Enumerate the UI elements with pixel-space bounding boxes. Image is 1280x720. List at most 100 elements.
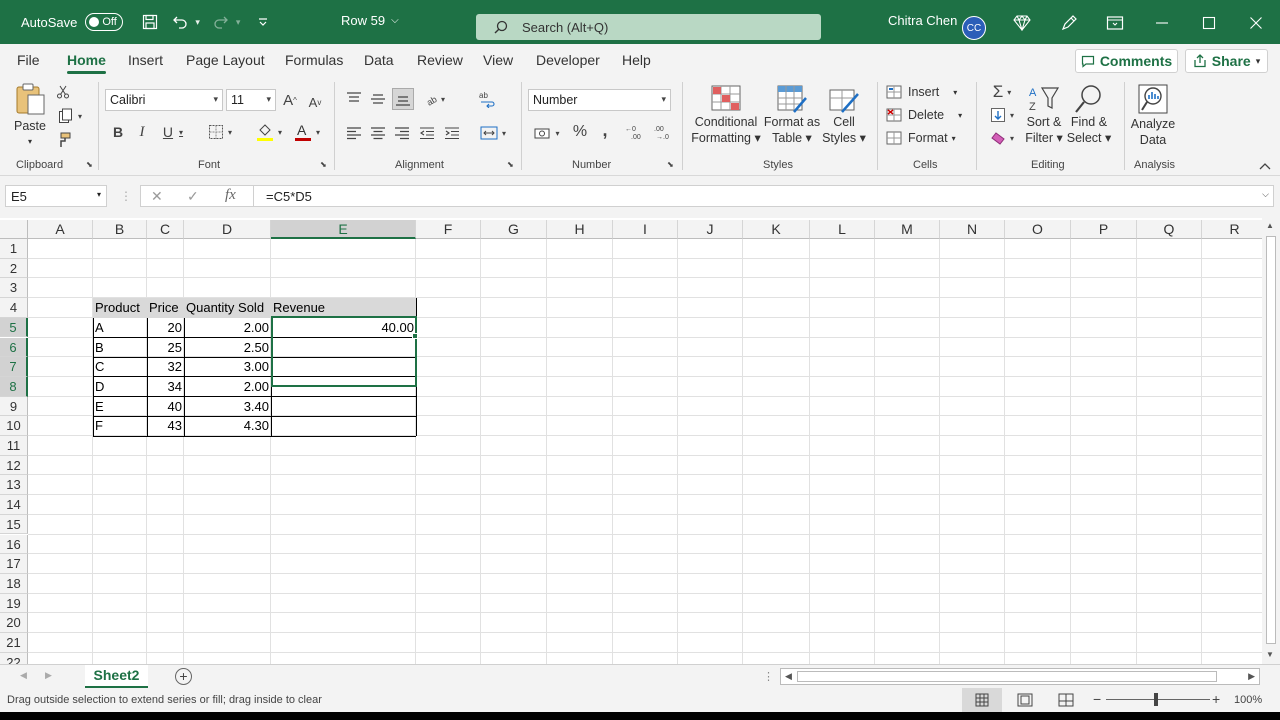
horizontal-scrollbar[interactable]: ◀ ▶	[780, 668, 1260, 685]
copy-icon[interactable]: ▾	[55, 108, 85, 124]
collapse-ribbon-icon[interactable]	[1258, 160, 1272, 172]
page-layout-view-icon[interactable]	[1017, 693, 1033, 707]
previous-sheet-icon[interactable]: ◀	[20, 670, 27, 681]
row-header-20[interactable]: 20	[0, 613, 28, 633]
row-header-5[interactable]: 5	[0, 317, 28, 338]
pen-icon[interactable]	[1058, 12, 1080, 34]
table-cell[interactable]: 32	[147, 357, 184, 377]
column-header-j[interactable]: J	[678, 220, 743, 239]
table-cell[interactable]	[271, 416, 416, 436]
table-cell[interactable]: 34	[147, 377, 184, 397]
table-cell[interactable]: E	[93, 397, 147, 417]
zoom-out-icon[interactable]: −	[1093, 691, 1101, 707]
minimize-icon[interactable]	[1151, 12, 1173, 34]
cancel-icon[interactable]: ✕	[151, 188, 163, 205]
font-name-select[interactable]: Calibri ▾	[105, 89, 223, 111]
decrease-indent-icon[interactable]	[418, 124, 436, 142]
table-cell[interactable]: 2.50	[184, 338, 271, 358]
tab-review[interactable]: Review	[417, 52, 463, 68]
save-icon[interactable]	[137, 9, 163, 35]
column-header-b[interactable]: B	[93, 220, 147, 239]
format-as-table-button[interactable]: Format as Table ▾	[762, 84, 822, 146]
row-header-16[interactable]: 16	[0, 534, 28, 555]
zoom-level[interactable]: 100%	[1234, 694, 1262, 706]
row-header-19[interactable]: 19	[0, 593, 28, 614]
column-header-i[interactable]: I	[613, 220, 678, 239]
customize-qat-icon[interactable]	[250, 9, 276, 35]
row-header-18[interactable]: 18	[0, 573, 28, 594]
column-header-p[interactable]: P	[1071, 220, 1137, 239]
column-header-h[interactable]: H	[547, 220, 613, 239]
page-break-view-icon[interactable]	[1058, 693, 1074, 707]
underline-icon[interactable]: U ▾	[158, 123, 188, 141]
bold-icon[interactable]: B	[110, 123, 126, 141]
font-color-icon[interactable]: A ▾	[290, 121, 324, 143]
tab-home[interactable]: Home	[67, 52, 106, 74]
autosave-switch[interactable]: Off	[85, 13, 124, 31]
decrease-font-icon[interactable]: Av	[305, 92, 325, 112]
column-header-o[interactable]: O	[1005, 220, 1071, 239]
table-cell[interactable]	[271, 377, 416, 397]
align-middle-icon[interactable]	[369, 90, 387, 108]
horizontal-scroll-thumb[interactable]	[797, 671, 1217, 682]
column-header-l[interactable]: L	[810, 220, 875, 239]
table-header-cell[interactable]: Product	[93, 298, 147, 318]
fill-icon[interactable]: ▾	[985, 105, 1019, 125]
number-format-select[interactable]: Number ▾	[528, 89, 671, 111]
dialog-launcher-icon[interactable]: ⬊	[507, 160, 514, 169]
fill-handle[interactable]	[412, 333, 418, 339]
search-box[interactable]: Search (Alt+Q)	[476, 14, 821, 40]
tab-file[interactable]: File	[17, 52, 40, 68]
align-bottom-icon[interactable]	[392, 88, 414, 110]
paste-button[interactable]: Paste ▾	[10, 82, 50, 150]
worksheet-grid[interactable]: ABCDEFGHIJKLMNOPQR 1 2 3 4 5 6 7 8 9 10 11 12 13 14 15…	[0, 218, 1262, 664]
scroll-left-icon[interactable]: ◀	[785, 671, 792, 682]
table-cell[interactable]: 25	[147, 338, 184, 358]
borders-icon[interactable]: ▾	[203, 123, 237, 141]
column-header-r[interactable]: R	[1202, 220, 1262, 239]
scroll-down-icon[interactable]: ▼	[1266, 650, 1274, 659]
zoom-in-icon[interactable]: +	[1212, 691, 1220, 707]
add-sheet-icon[interactable]: +	[175, 668, 192, 685]
table-cell[interactable]: A	[93, 318, 147, 338]
column-header-q[interactable]: Q	[1137, 220, 1202, 239]
table-cell[interactable]: D	[93, 377, 147, 397]
increase-decimal-icon[interactable]: ←0.00	[624, 122, 648, 142]
row-header-21[interactable]: 21	[0, 633, 28, 653]
comments-button[interactable]: Comments	[1075, 49, 1178, 73]
close-icon[interactable]	[1245, 12, 1267, 34]
row-header-11[interactable]: 11	[0, 436, 28, 456]
enter-icon[interactable]: ✓	[187, 188, 199, 205]
tab-insert[interactable]: Insert	[128, 52, 163, 68]
align-right-icon[interactable]	[393, 124, 411, 142]
format-painter-icon[interactable]	[55, 132, 71, 148]
scroll-right-icon[interactable]: ▶	[1248, 671, 1255, 682]
table-cell[interactable]: 3.40	[184, 397, 271, 417]
table-cell[interactable]: 4.30	[184, 416, 271, 436]
sort-filter-button[interactable]: AZ Sort & Filter ▾	[1023, 84, 1065, 146]
percent-style-icon[interactable]: %	[570, 122, 590, 142]
row-header-13[interactable]: 13	[0, 475, 28, 496]
table-cell[interactable]: 2.00	[184, 377, 271, 397]
sheet-tab[interactable]: Sheet2	[85, 665, 148, 688]
vertical-scrollbar[interactable]: ▲ ▼	[1262, 218, 1280, 664]
align-top-icon[interactable]	[345, 90, 363, 108]
avatar[interactable]: CC	[962, 16, 986, 40]
analyze-data-button[interactable]: Analyze Data	[1130, 82, 1176, 148]
user-name[interactable]: Chitra Chen	[888, 13, 957, 28]
table-cell[interactable]	[271, 338, 416, 358]
increase-font-icon[interactable]: A ^	[280, 90, 300, 110]
tab-formulas[interactable]: Formulas	[285, 52, 343, 68]
row-header-10[interactable]: 10	[0, 416, 28, 436]
font-size-select[interactable]: 11 ▾	[226, 89, 276, 111]
column-header-a[interactable]: A	[28, 220, 93, 239]
tab-help[interactable]: Help	[622, 52, 651, 68]
formula-input[interactable]: ✕ ✓ fx =C5*D5 ⌵	[140, 185, 1274, 207]
dialog-launcher-icon[interactable]: ⬊	[320, 160, 327, 169]
row-header-1[interactable]: 1	[0, 239, 28, 259]
column-header-k[interactable]: K	[743, 220, 810, 239]
align-left-icon[interactable]	[345, 124, 363, 142]
italic-icon[interactable]: I	[134, 123, 150, 141]
column-header-m[interactable]: M	[875, 220, 940, 239]
row-header-14[interactable]: 14	[0, 495, 28, 515]
